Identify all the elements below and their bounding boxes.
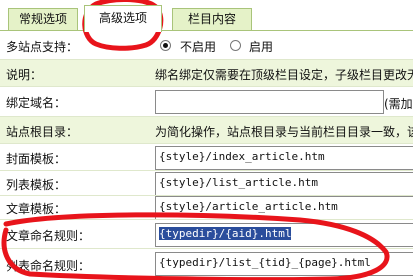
radio-disable-label: 不启用 [180,40,217,54]
cover-template-input[interactable]: {style}/index_article.htm [155,146,413,170]
radio-disable[interactable] [160,40,171,51]
list-naming-rule-input[interactable]: {typedir}/list_{tid}_{page}.html [155,252,413,276]
cover-template-label: 封面模板： [6,152,67,166]
article-naming-rule-label: 文章命名规则： [6,229,91,243]
row-list-naming-rule: 列表命名规则： {typedir}/list_{tid}_{page}.html [0,249,413,280]
article-template-label: 文章模板： [6,202,67,216]
tab-advanced[interactable]: 高级选项 [84,5,162,32]
radio-enable-label: 启用 [249,40,274,54]
row-article-naming-rule: 文章命名规则： {typedir}/{aid}.html [0,220,413,248]
description-text: 绑名绑定仅需要在顶级栏目设定，子级栏目更改无 [155,68,413,82]
row-list-template: 列表模板： {style}/list_article.htm [0,171,413,196]
article-naming-rule-input[interactable]: {typedir}/{aid}.html [155,223,413,247]
tab-column-content[interactable]: 栏目内容 [172,8,252,31]
list-naming-rule-label: 列表命名规则： [6,259,91,273]
domain-hint: (需加 [384,97,413,111]
list-template-label: 列表模板： [6,178,67,192]
domain-input[interactable] [155,90,384,114]
article-template-input[interactable]: {style}/article_article.htm [155,196,413,220]
site-root-text: 为简化操作，站点根目录与当前栏目目录一致，该 [155,125,413,139]
list-template-input[interactable]: {style}/list_article.htm [155,172,413,196]
row-description: 说明： 绑名绑定仅需要在顶级栏目设定，子级栏目更改无 [0,60,413,86]
description-label: 说明： [6,68,43,82]
row-multisite: 多站点支持： 不启用 启用 [0,31,413,59]
row-domain: 绑定域名： (需加 [0,87,413,116]
row-cover-template: 封面模板： {style}/index_article.htm [0,144,413,170]
site-root-label: 站点根目录： [6,125,79,139]
row-site-root: 站点根目录： 为简化操作，站点根目录与当前栏目目录一致，该 [0,117,413,143]
multisite-label: 多站点支持： [6,40,79,54]
radio-enable[interactable] [230,40,241,51]
tab-general[interactable]: 常规选项 [8,8,78,31]
domain-label: 绑定域名： [6,96,67,110]
row-article-template: 文章模板： {style}/article_article.htm [0,196,413,220]
selected-text: {typedir}/{aid}.html [159,227,292,240]
